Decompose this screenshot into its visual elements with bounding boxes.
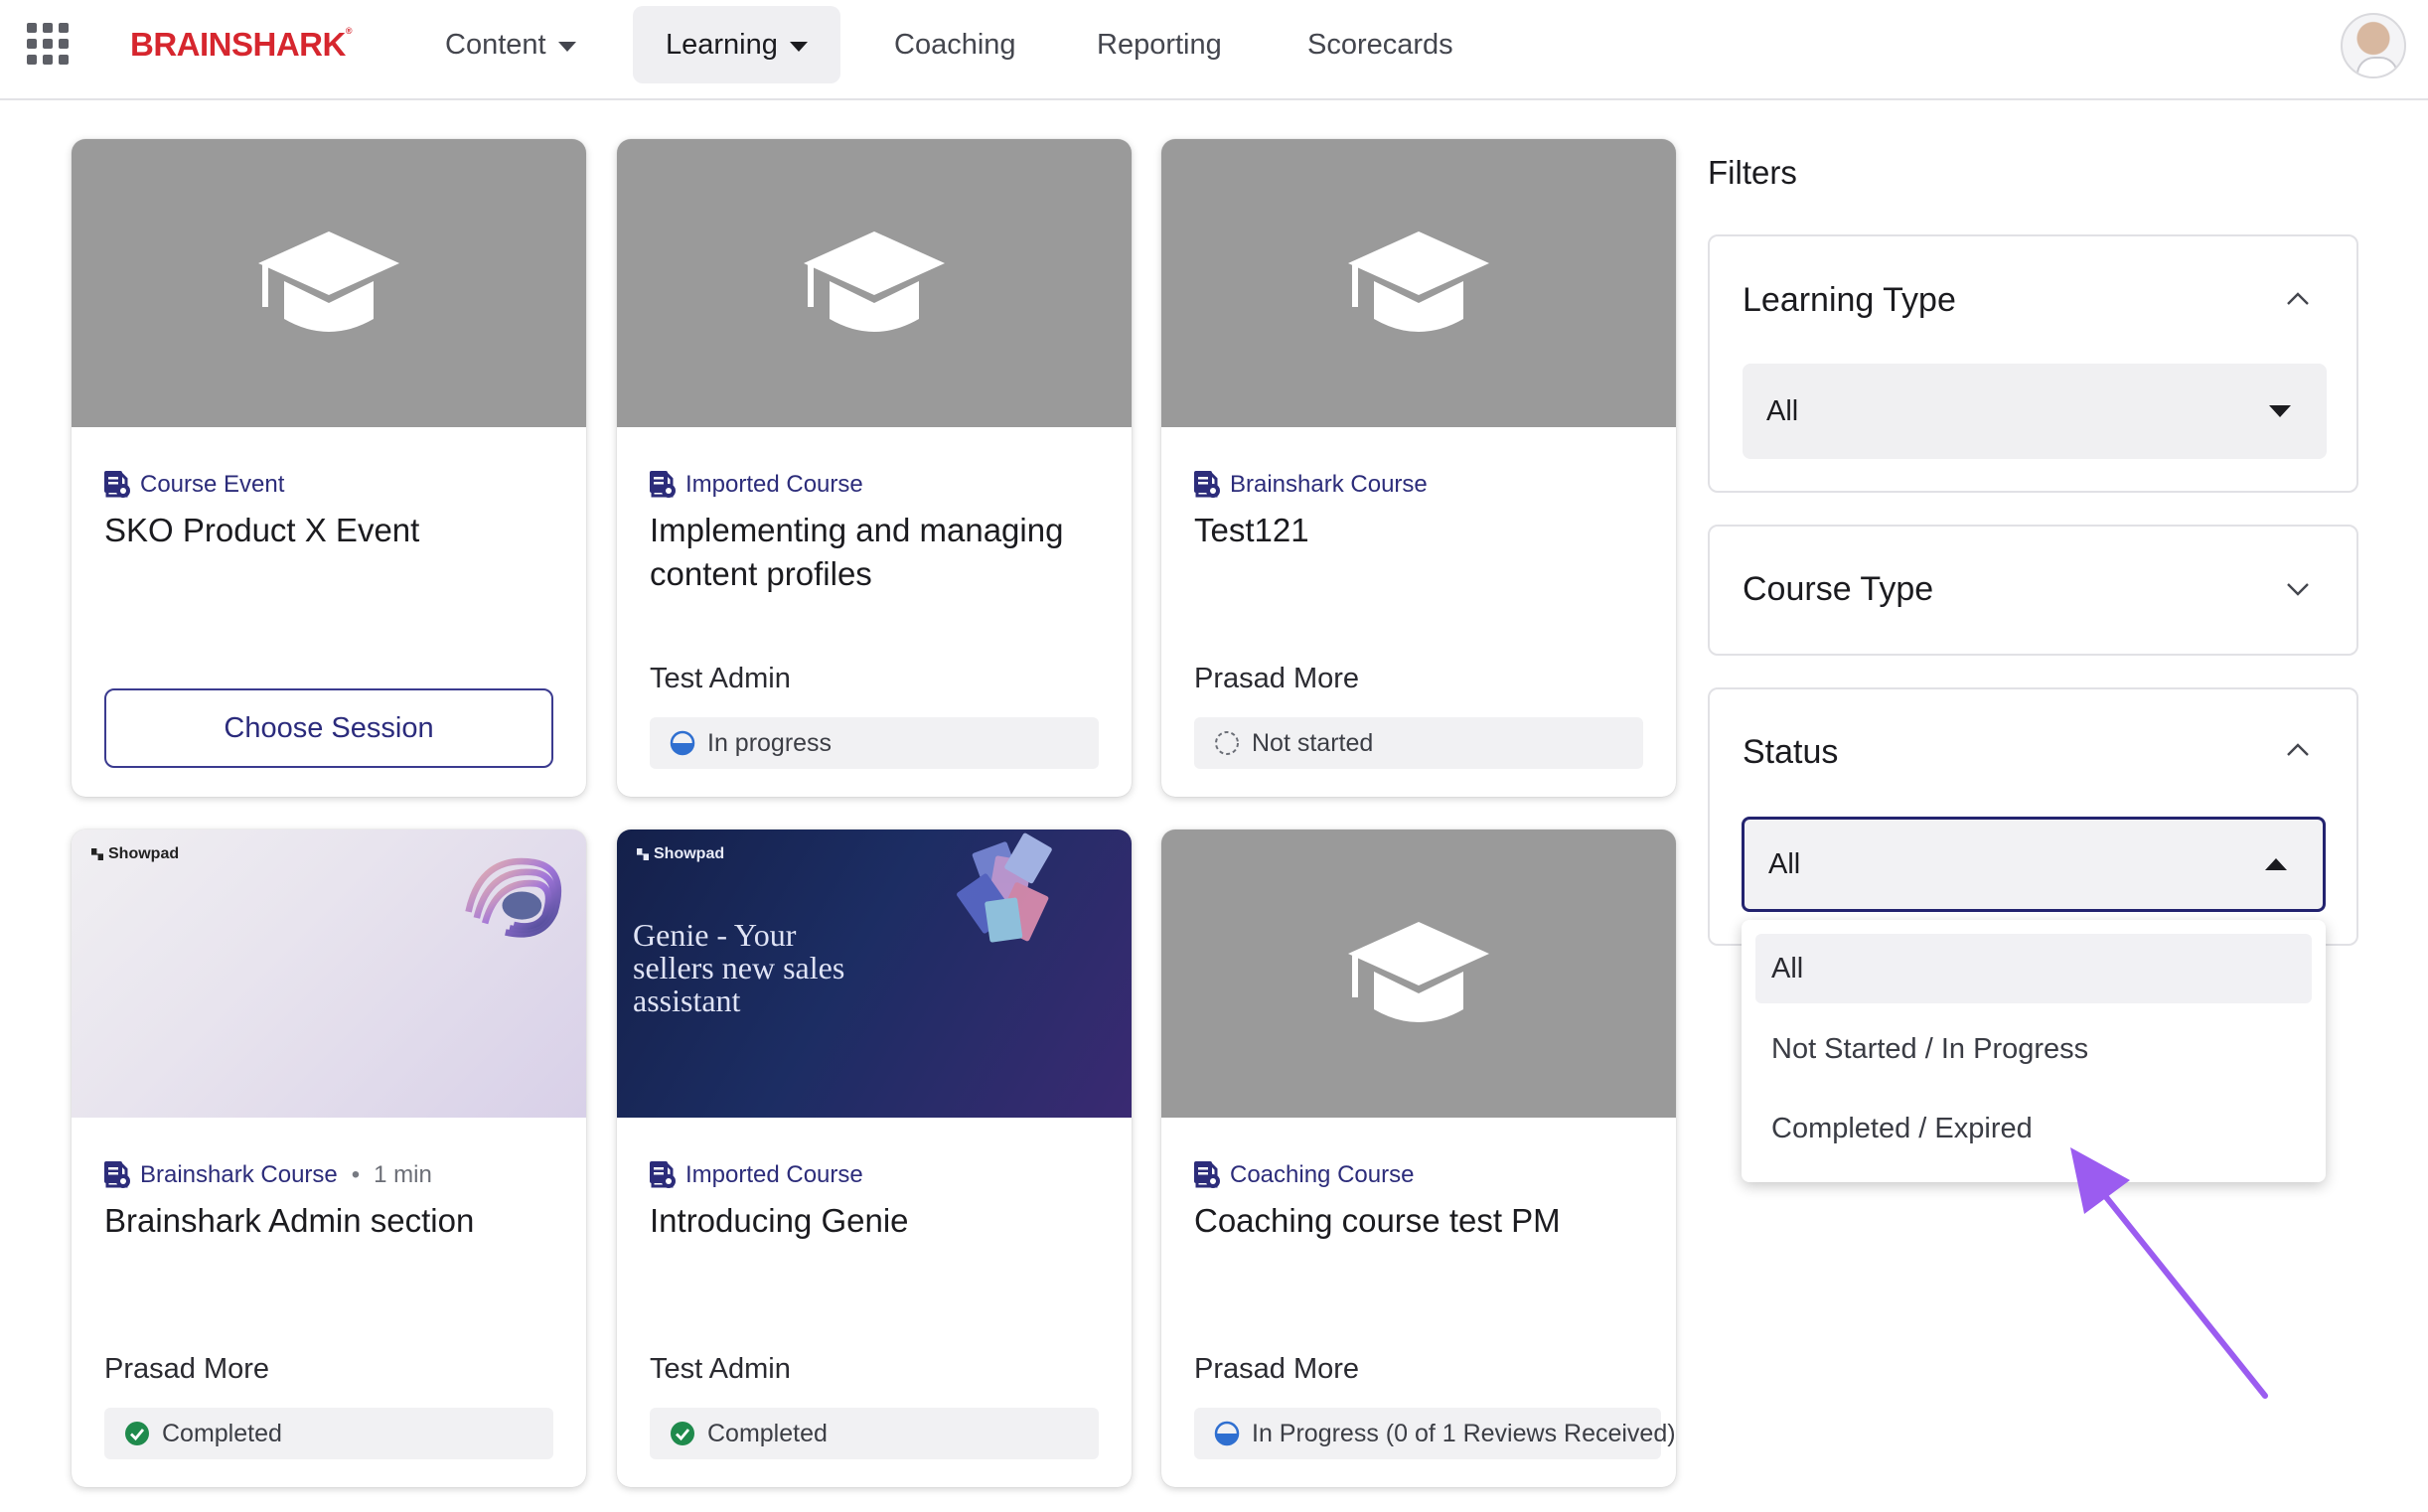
filter-learning-type-panel: Learning Type All (1708, 234, 2358, 493)
nav-content[interactable]: Content (412, 6, 609, 83)
course-card-test121[interactable]: Brainshark Course Test121 Prasad More No… (1161, 139, 1676, 797)
course-duration: 1 min (374, 1161, 432, 1188)
course-event-icon (104, 471, 130, 499)
imported-course-icon (650, 471, 676, 499)
learning-type-select[interactable]: All (1743, 364, 2327, 459)
coaching-course-icon (1194, 1161, 1220, 1189)
course-thumbnail (617, 139, 1132, 427)
half-circle-icon (670, 730, 695, 756)
course-author: Test Admin (650, 1353, 791, 1385)
graduation-cap-icon (1344, 224, 1493, 343)
status-select-value: All (1768, 847, 1801, 880)
nav-reporting-label: Reporting (1097, 28, 1222, 61)
course-title[interactable]: Coaching course test PM (1194, 1199, 1651, 1243)
course-author: Test Admin (650, 663, 791, 694)
filter-course-type-label[interactable]: Course Type (1743, 570, 1933, 609)
status-option-not-started-in-progress[interactable]: Not Started / In Progress (1755, 1014, 2312, 1084)
course-author: Prasad More (104, 1353, 270, 1385)
filter-course-type-panel: Course Type (1708, 525, 2358, 656)
status-select[interactable]: All (1742, 817, 2326, 912)
status-badge: Not started (1194, 717, 1643, 769)
app-launcher-grid-icon[interactable] (27, 23, 69, 65)
learning-type-value: All (1766, 394, 1799, 427)
brainshark-course-icon (1194, 471, 1220, 499)
choose-session-button[interactable]: Choose Session (104, 688, 553, 768)
course-thumbnail (1161, 139, 1676, 427)
nav-reporting[interactable]: Reporting (1064, 6, 1255, 83)
course-type-label: Brainshark Course • 1 min (104, 1161, 432, 1189)
course-title[interactable]: Test121 (1194, 509, 1651, 552)
top-navigation-bar: BRAINSHARK® Content Learning Coaching Re… (0, 0, 2428, 100)
showpad-logo: Showpad (91, 845, 179, 863)
check-circle-icon (671, 1422, 694, 1445)
course-author: Prasad More (1194, 663, 1360, 694)
showpad-logo: Showpad (637, 845, 724, 863)
dropdown-arrow-icon (2269, 405, 2291, 417)
course-card-implementing-content-profiles[interactable]: Imported Course Implementing and managin… (617, 139, 1132, 797)
chevron-down-icon[interactable] (2285, 576, 2311, 602)
filter-status-panel: Status All (1708, 687, 2358, 946)
course-card-brainshark-admin-section[interactable]: Showpad Brainshark Course • 1 min Brains… (72, 830, 586, 1487)
course-card-introducing-genie[interactable]: Showpad Genie - Your sellers new sales a… (617, 830, 1132, 1487)
graduation-cap-icon (1344, 914, 1493, 1033)
filter-status-label[interactable]: Status (1743, 733, 1838, 772)
course-type-label: Brainshark Course (1194, 471, 1428, 499)
filters-heading: Filters (1708, 154, 1797, 191)
check-circle-icon (125, 1422, 149, 1445)
course-title[interactable]: Implementing and managing content profil… (650, 509, 1107, 596)
course-title[interactable]: Introducing Genie (650, 1199, 1107, 1243)
dropdown-arrow-up-icon (2265, 858, 2287, 870)
course-thumbnail (72, 139, 586, 427)
showpad-genie-image: Showpad Genie - Your sellers new sales a… (617, 830, 1132, 1118)
nav-scorecards-label: Scorecards (1307, 28, 1453, 61)
course-type-label: Course Event (104, 471, 284, 499)
imported-course-icon (650, 1161, 676, 1189)
course-card-sko-product-x-event[interactable]: Course Event SKO Product X Event Choose … (72, 139, 586, 797)
caret-down-icon (557, 41, 576, 52)
nav-content-label: Content (445, 28, 546, 61)
abstract-art-graphic (465, 857, 562, 938)
status-badge: Completed (104, 1408, 553, 1459)
dashed-circle-icon (1215, 731, 1239, 755)
course-card-coaching-course-test-pm[interactable]: Coaching Course Coaching course test PM … (1161, 830, 1676, 1487)
nav-learning-label: Learning (666, 28, 778, 61)
status-badge: In Progress (0 of 1 Reviews Received) (1194, 1408, 1676, 1459)
status-option-completed-expired[interactable]: Completed / Expired (1755, 1094, 2312, 1163)
half-circle-icon (1214, 1421, 1240, 1446)
status-badge: Completed (650, 1408, 1099, 1459)
course-title[interactable]: SKO Product X Event (104, 509, 561, 552)
course-type-label: Imported Course (650, 1161, 863, 1189)
annotation-arrow (2070, 1147, 2268, 1399)
status-badge: In progress (650, 717, 1099, 769)
graduation-cap-icon (254, 224, 403, 343)
graduation-cap-icon (800, 224, 949, 343)
user-avatar[interactable] (2341, 13, 2406, 78)
status-option-all[interactable]: All (1755, 934, 2312, 1003)
filter-learning-type-label[interactable]: Learning Type (1743, 281, 1956, 320)
course-type-label: Imported Course (650, 471, 863, 499)
thumbnail-caption: Genie - Your sellers new sales assistant (633, 917, 845, 1018)
nav-scorecards[interactable]: Scorecards (1275, 6, 1486, 83)
showpad-abstract-image: Showpad (72, 830, 586, 1118)
course-title[interactable]: Brainshark Admin section (104, 1199, 561, 1243)
chevron-up-icon[interactable] (2285, 286, 2311, 312)
course-author: Prasad More (1194, 1353, 1360, 1385)
nav-learning[interactable]: Learning (633, 6, 840, 83)
status-dropdown-menu: All Not Started / In Progress Completed … (1742, 920, 2326, 1182)
brainshark-logo[interactable]: BRAINSHARK® (130, 26, 352, 64)
chevron-up-icon[interactable] (2285, 737, 2311, 763)
course-thumbnail (1161, 830, 1676, 1118)
abstract-art-graphic (957, 832, 1052, 943)
caret-down-icon (789, 41, 808, 52)
course-type-label: Coaching Course (1194, 1161, 1414, 1189)
nav-coaching[interactable]: Coaching (861, 6, 1049, 83)
nav-coaching-label: Coaching (894, 28, 1016, 61)
brainshark-course-icon (104, 1161, 130, 1189)
